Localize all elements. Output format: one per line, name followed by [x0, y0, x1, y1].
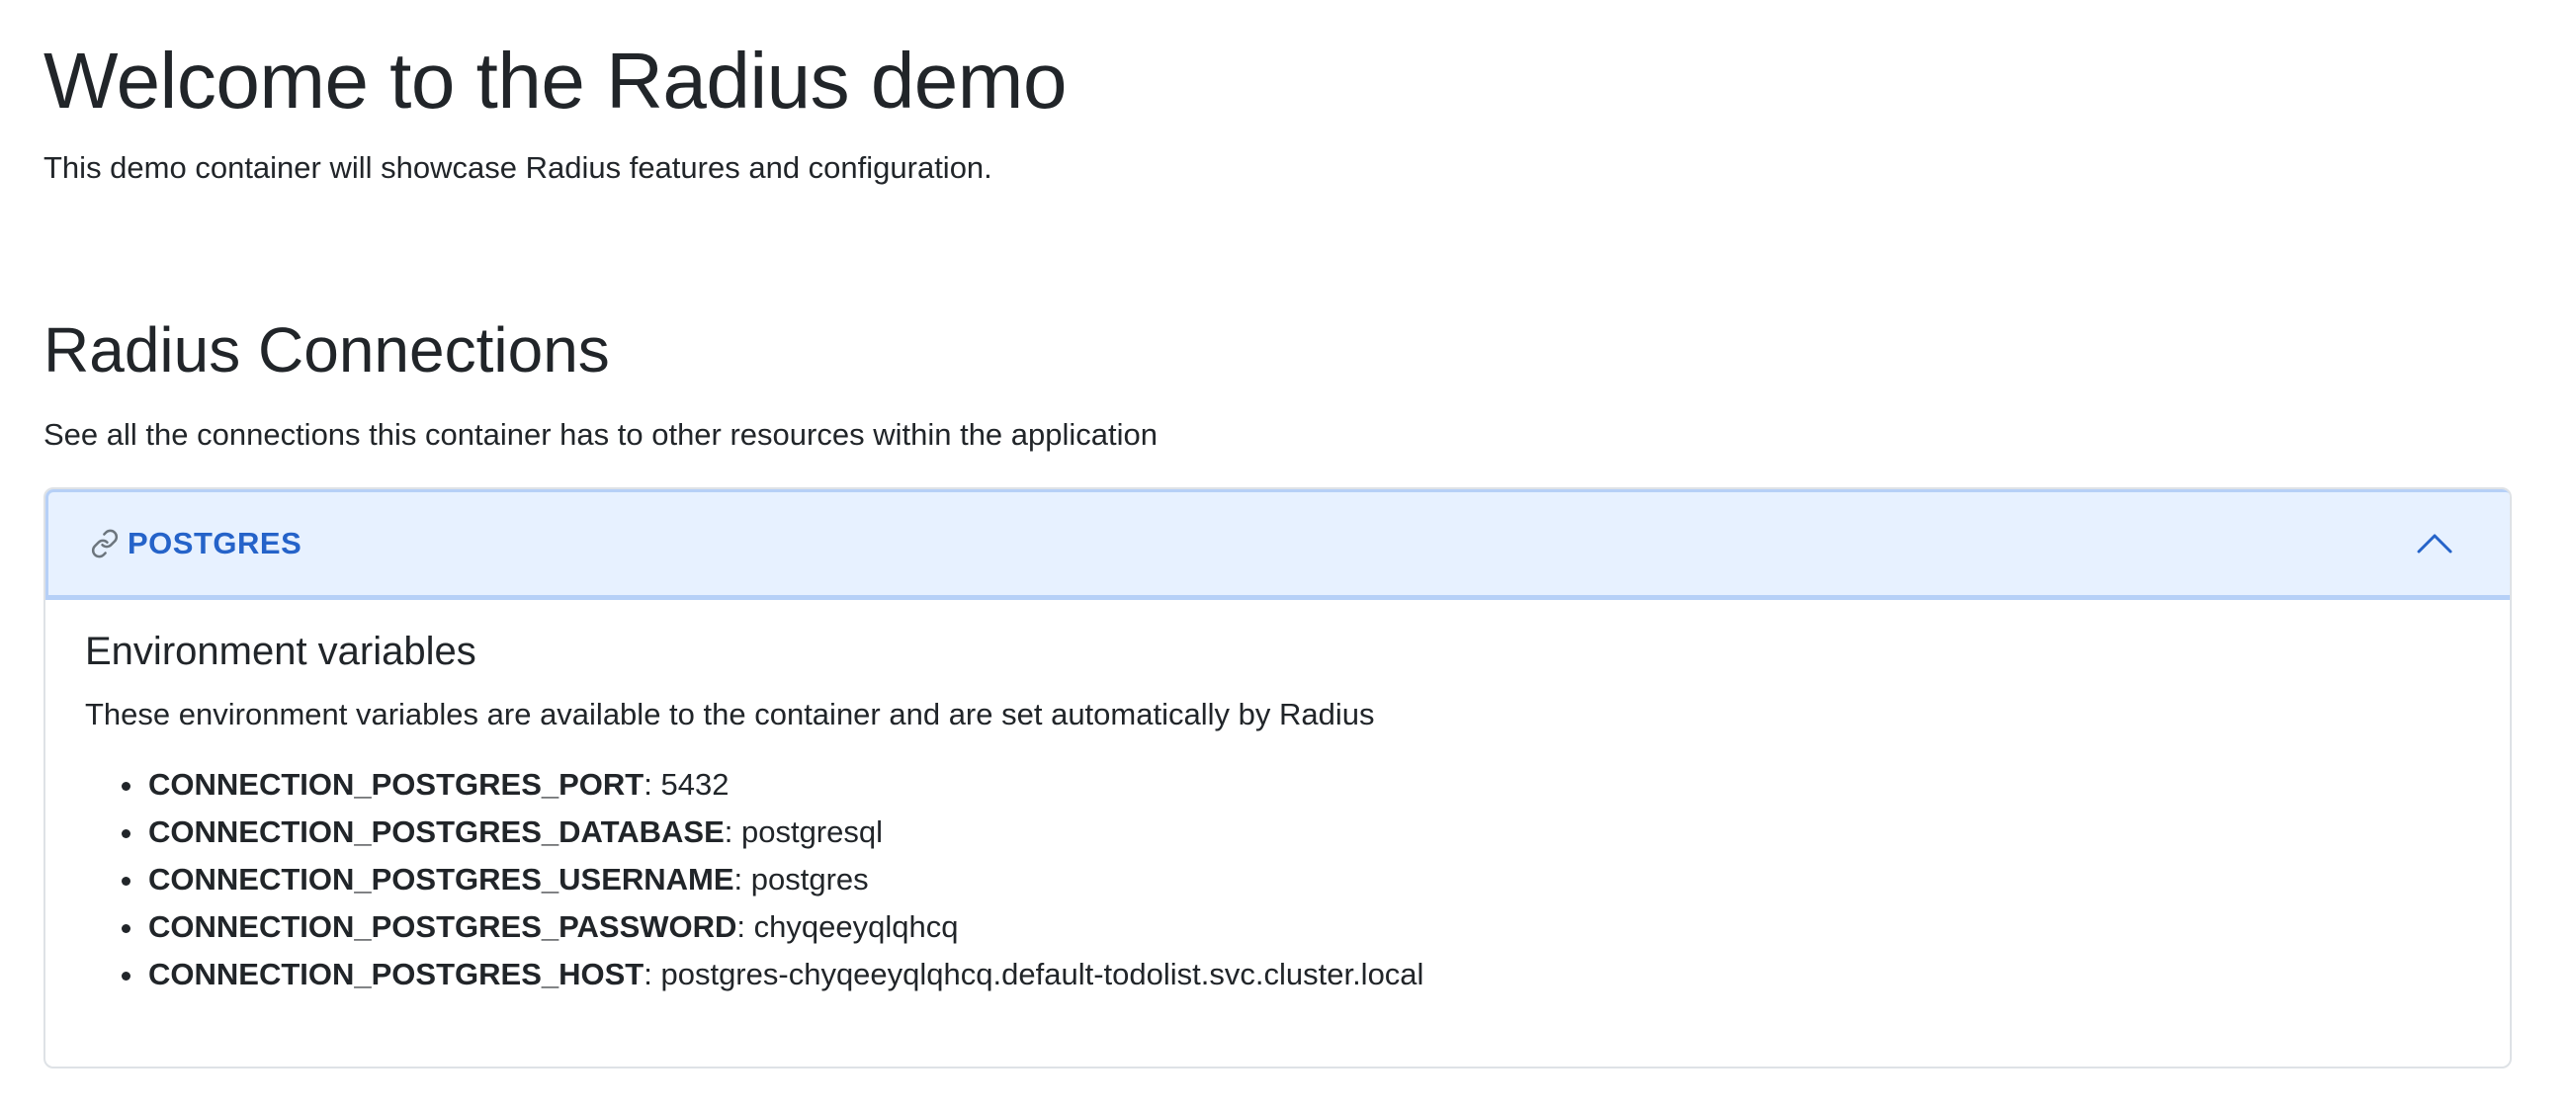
chevron-up-icon[interactable]: [2416, 528, 2453, 557]
env-var-key: CONNECTION_POSTGRES_DATABASE: [148, 814, 725, 850]
env-var-value: : postgresql: [724, 814, 884, 850]
page-subtitle: This demo container will showcase Radius…: [43, 150, 992, 185]
section-title: Radius Connections: [43, 314, 610, 385]
env-var-key: CONNECTION_POSTGRES_USERNAME: [148, 862, 734, 897]
postgres-accordion: POSTGRES Environment variables These env…: [43, 487, 2512, 1068]
accordion-body: Environment variables These environment …: [85, 628, 2470, 998]
env-vars-list: CONNECTION_POSTGRES_PORT: 5432 CONNECTIO…: [85, 761, 2470, 998]
page-title: Welcome to the Radius demo: [43, 37, 1067, 125]
list-item: CONNECTION_POSTGRES_HOST: postgres-chyqe…: [146, 951, 2470, 998]
list-item: CONNECTION_POSTGRES_DATABASE: postgresql: [146, 809, 2470, 856]
list-item: CONNECTION_POSTGRES_PORT: 5432: [146, 761, 2470, 809]
env-var-value: : chyqeeyqlqhcq: [736, 909, 959, 945]
env-var-key: CONNECTION_POSTGRES_PASSWORD: [148, 909, 737, 945]
link-icon: [88, 527, 122, 560]
accordion-header-postgres[interactable]: POSTGRES: [45, 489, 2510, 600]
accordion-label: POSTGRES: [128, 526, 302, 560]
env-var-key: CONNECTION_POSTGRES_PORT: [148, 767, 644, 803]
page: Welcome to the Radius demo This demo con…: [0, 0, 2576, 1111]
env-var-key: CONNECTION_POSTGRES_HOST: [148, 957, 644, 992]
list-item: CONNECTION_POSTGRES_USERNAME: postgres: [146, 856, 2470, 903]
env-vars-title: Environment variables: [85, 630, 476, 673]
env-var-value: : postgres-chyqeeyqlqhcq.default-todolis…: [644, 957, 1424, 992]
env-var-value: : postgres: [733, 862, 869, 897]
list-item: CONNECTION_POSTGRES_PASSWORD: chyqeeyqlq…: [146, 903, 2470, 951]
env-vars-description: These environment variables are availabl…: [85, 697, 1375, 731]
section-subtitle: See all the connections this container h…: [43, 417, 1159, 452]
env-var-value: : 5432: [644, 767, 730, 803]
